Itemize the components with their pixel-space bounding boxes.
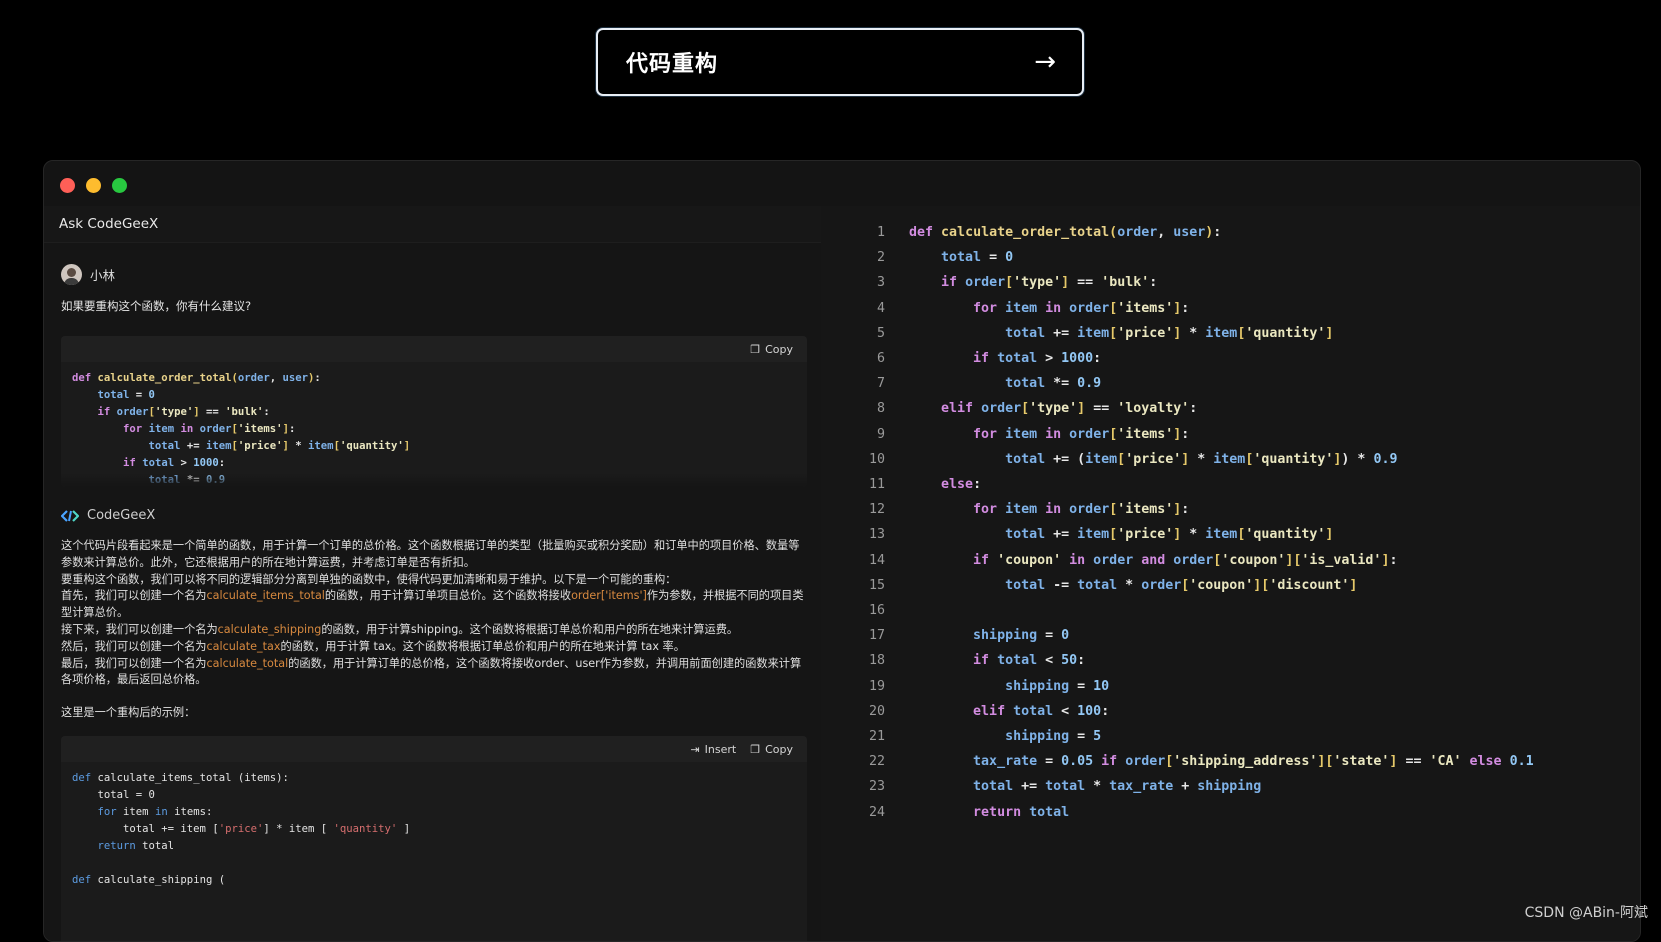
code-line: 3 if order['type'] == 'bulk': [876,275,1158,291]
code-line: 5 total += item['price'] * item['quantit… [876,325,1334,341]
copy-label: Copy [765,742,793,756]
copy-icon: ❐ [750,742,761,756]
code-line: 9 for item in order['items']: [876,426,1190,442]
assistant-name: CodeGeeX [87,508,156,523]
chat-panel: Ask CodeGeeX 小林 如果要重构这个函数，你有什么建议? ❐ Copy … [44,206,821,941]
minimize-window-button[interactable] [86,178,101,193]
code-line: 20 elif total < 100: [868,703,1110,719]
code-line: 22 tax_rate = 0.05 if order['shipping_ad… [868,754,1534,770]
arrow-right-icon[interactable]: → [1034,49,1056,75]
copy-label: Copy [765,342,793,356]
code-line: 19 shipping = 10 [868,678,1110,694]
copy-icon: ❐ [750,342,761,356]
close-window-button[interactable] [60,178,75,193]
user-avatar [61,264,82,285]
user-message-header: 小林 [61,264,115,285]
code-line: 1 def calculate_order_total(order, user): [876,225,1222,240]
code-line: 11 else: [868,477,982,493]
watermark: CSDN @ABin-阿斌 [1524,905,1648,921]
app-window: Ask CodeGeeX 小林 如果要重构这个函数，你有什么建议? ❐ Copy … [43,160,1641,942]
editor-code[interactable]: 1 def calculate_order_total(order, user):… [821,220,1534,825]
insert-label: Insert [704,742,737,756]
code-line: 13 total += item['price'] * item['quanti… [868,527,1334,543]
code-editor[interactable]: 1 def calculate_order_total(order, user):… [821,206,1640,941]
answer-paragraph: 然后，我们可以创建一个名为calculate_tax的函数，用于计算 tax。这… [61,639,685,653]
code-line: 17 shipping = 0 [868,628,1070,644]
code-line: 10 total += (item['price'] * item['quant… [868,451,1398,467]
refactored-code[interactable]: def calculate_items_total (items): total… [61,762,807,897]
assistant-message-header: CodeGeeX [61,508,155,523]
code-line: 6 if total > 1000: [876,351,1102,367]
code-line: 23 total += total * tax_rate + shipping [868,779,1262,795]
code-block-toolbar: ❐ Copy [61,336,807,362]
code-block-toolbar: ⇥ Insert ❐ Copy [61,736,807,762]
answer-paragraph: 这里是一个重构后的示例： [61,706,196,720]
code-line: 16 [868,603,885,619]
refactored-code-block: ⇥ Insert ❐ Copy def calculate_items_total … [61,736,807,941]
code-line: 24 return total [868,804,1070,820]
code-line: 12 for item in order['items']: [868,502,1190,518]
code-line: 14 if 'coupon' in order and order['coupo… [868,552,1398,568]
code-line: 7 total *= 0.9 [876,376,1102,392]
chat-panel-title: Ask CodeGeeX [44,206,821,243]
insert-icon: ⇥ [690,742,700,756]
original-code[interactable]: def calculate_order_total(order, user): … [61,362,807,487]
code-line: 15 total -= total * order['coupon']['dis… [868,577,1358,593]
original-code-block: ❐ Copy def calculate_order_total(order, u… [61,336,807,487]
code-line: 8 elif order['type'] == 'loyalty': [876,401,1198,417]
assistant-answer: 这个代码片段看起来是一个简单的函数，用于计算一个订单的总价格。这个函数根据订单的… [61,538,807,722]
answer-paragraph: 最后，我们可以创建一个名为calculate_total的函数，用于计算订单的总… [61,656,802,687]
insert-button[interactable]: ⇥ Insert [690,743,736,756]
copy-button[interactable]: ❐ Copy [750,343,793,356]
answer-paragraph: 接下来，我们可以创建一个名为calculate_shipping的函数，用于计算… [61,622,739,636]
answer-paragraph: 要重构这个函数，我们可以将不同的逻辑部分分离到单独的函数中，使得代码更加清晰和易… [61,572,677,586]
copy-button[interactable]: ❐ Copy [750,743,793,756]
search-bar-text: 代码重构 [626,52,719,77]
answer-paragraph: 这个代码片段看起来是一个简单的函数，用于计算一个订单的总价格。这个函数根据订单的… [61,539,800,569]
user-question: 如果要重构这个函数，你有什么建议? [61,299,252,313]
user-name: 小林 [90,268,116,283]
answer-paragraph: 首先，我们可以创建一个名为calculate_items_total的函数，用于… [61,589,804,620]
refactor-search-bar[interactable]: 代码重构 → [596,28,1084,96]
code-line: 4 for item in order['items']: [876,300,1190,316]
window-controls [60,178,127,193]
maximize-window-button[interactable] [112,178,127,193]
code-line: 18 if total < 50: [868,653,1086,669]
codegeex-logo-icon [61,509,79,522]
code-line: 21 shipping = 5 [868,729,1102,745]
code-line: 2 total = 0 [876,250,1014,266]
